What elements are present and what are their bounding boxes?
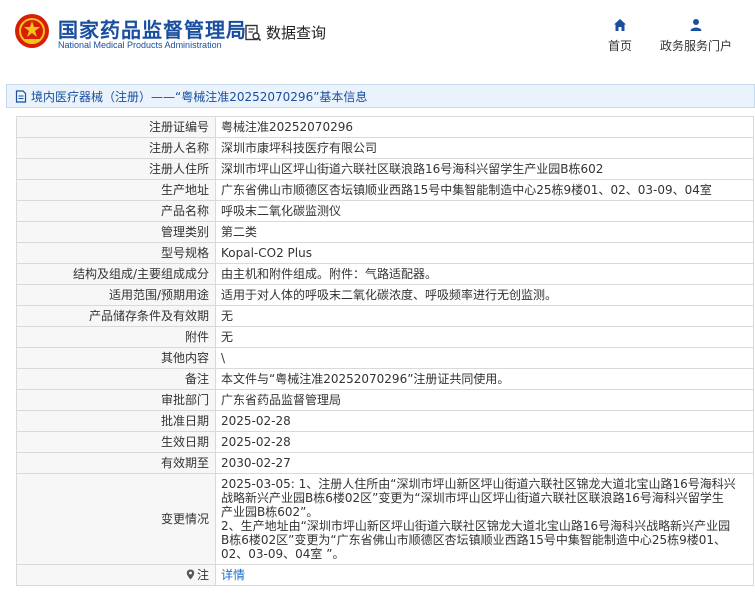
table-row: 适用范围/预期用途 适用于对人体的呼吸末二氧化碳浓度、呼吸频率进行无创监测。: [16, 284, 754, 306]
table-row: 管理类别 第二类: [16, 221, 754, 243]
row-label: 审批部门: [16, 389, 216, 411]
row-label: 备注: [16, 368, 216, 390]
row-value: 2025-02-28: [215, 431, 754, 453]
row-value: 2030-02-27: [215, 452, 754, 474]
table-row: 结构及组成/主要组成成分 由主机和附件组成。附件：气路适配器。: [16, 263, 754, 285]
row-value: 广东省佛山市顺德区杏坛镇顺业西路15号中集智能制造中心25栋9楼01、02、03…: [215, 179, 754, 201]
row-value: 由主机和附件组成。附件：气路适配器。: [215, 263, 754, 285]
table-row: 审批部门 广东省药品监督管理局: [16, 389, 754, 411]
change-line: 2、生产地址由“深圳市坪山新区坪山街道六联社区锦龙大道北宝山路16号海科兴战略新…: [221, 519, 731, 533]
document-icon: [15, 89, 27, 103]
table-row: 注册人名称 深圳市康坪科技医疗有限公司: [16, 137, 754, 159]
row-label: 注册人住所: [16, 158, 216, 180]
table-row: 产品储存条件及有效期无: [16, 305, 754, 327]
nav-home-label: 首页: [607, 39, 632, 53]
info-table: 注册证编号 粤械注准20252070296 注册人名称 深圳市康坪科技医疗有限公司 注册…: [16, 116, 754, 586]
row-label: 生效日期: [16, 431, 216, 453]
row-value: 无: [215, 326, 754, 348]
row-value: 深圳市康坪科技医疗有限公司: [215, 137, 754, 159]
table-row: 批准日期 2025-02-28: [16, 410, 754, 432]
note-label-cell: 注: [16, 564, 216, 586]
nav-home[interactable]: 首页: [602, 18, 638, 54]
nav-gov-label: 政务服务门户: [659, 39, 732, 53]
row-label: 产品名称: [16, 200, 216, 222]
table-row: 注册证编号 粤械注准20252070296: [16, 116, 754, 138]
table-row: 有效期至 2030-02-27: [16, 452, 754, 474]
row-value: 深圳市坪山区坪山街道六联社区联浪路16号海科兴留学生产业园B栋602: [215, 158, 754, 180]
site-name-cn[interactable]: 国家药品监督管理局: [58, 14, 247, 43]
row-value: Kopal-CO2 Plus: [215, 242, 754, 264]
row-label: 注册证编号: [16, 116, 216, 138]
table-row: 产品名称 呼吸末二氧化碳监测仪: [16, 200, 754, 222]
row-label: 注册人名称: [16, 137, 216, 159]
row-label: 产品储存条件及有效期: [16, 305, 216, 327]
row-value: \: [215, 347, 754, 369]
details-link[interactable]: 详情: [221, 568, 245, 582]
breadcrumb: 境内医疗器械（注册）——“粤械注准20252070296”基本信息: [6, 84, 755, 108]
row-label: 变更情况: [16, 473, 216, 565]
table-row: 其他内容 \: [16, 347, 754, 369]
note-value: 详情: [215, 564, 754, 586]
row-label: 其他内容: [16, 347, 216, 369]
data-query-label: 数据查询: [266, 24, 327, 42]
change-line: 2025-03-05: 1、注册人住所由“深圳市坪山新区坪山街道六联社区锦龙大道…: [221, 477, 736, 491]
change-line: B栋6楼02区”变更为“广东省佛山市顺德区杏坛镇顺业西路15号中集智能制造中心2…: [221, 533, 727, 547]
row-label: 生产地址: [16, 179, 216, 201]
row-label: 有效期至: [16, 452, 216, 474]
row-value: 第二类: [215, 221, 754, 243]
breadcrumb-text: 境内医疗器械（注册）——“粤械注准20252070296”基本信息: [31, 89, 368, 104]
table-row: 备注 本文件与“粤械注准20252070296”注册证共同使用。: [16, 368, 754, 390]
row-label: 结构及组成/主要组成成分: [16, 263, 216, 285]
change-line: 战略新兴产业园B栋6楼02区”变更为“深圳市坪山区坪山街道六联社区联浪路16号海…: [221, 491, 724, 505]
row-label: 批准日期: [16, 410, 216, 432]
row-label: 附件: [16, 326, 216, 348]
row-label: 型号规格: [16, 242, 216, 264]
table-row-note: 注详情: [16, 564, 754, 586]
row-value: 呼吸末二氧化碳监测仪: [215, 200, 754, 222]
change-history: 2025-03-05: 1、注册人住所由“深圳市坪山新区坪山街道六联社区锦龙大道…: [215, 473, 754, 565]
row-value: 2025-02-28: [215, 410, 754, 432]
row-label: 管理类别: [16, 221, 216, 243]
row-value: 无: [215, 305, 754, 327]
note-label: 注: [196, 568, 209, 582]
home-icon: [614, 19, 626, 31]
table-row-change: 变更情况 2025-03-05: 1、注册人住所由“深圳市坪山新区坪山街道六联社区…: [16, 473, 754, 565]
data-query-title[interactable]: 数据查询: [244, 22, 326, 43]
row-value: 粤械注准20252070296: [215, 116, 754, 138]
location-pin-icon: [186, 569, 195, 580]
site-name-en: National Medical Products Administration: [58, 40, 222, 50]
table-row: 型号规格 Kopal-CO2 Plus: [16, 242, 754, 264]
user-icon: [690, 19, 702, 31]
table-row: 生产地址 广东省佛山市顺德区杏坛镇顺业西路15号中集智能制造中心25栋9楼01、0…: [16, 179, 754, 201]
change-line: 产业园B栋602”。: [221, 505, 319, 519]
search-document-icon: [245, 24, 262, 41]
row-label: 适用范围/预期用途: [16, 284, 216, 306]
row-value: 适用于对人体的呼吸末二氧化碳浓度、呼吸频率进行无创监测。: [215, 284, 754, 306]
row-value: 广东省药品监督管理局: [215, 389, 754, 411]
change-line: 02、03-09、04室 ”。: [221, 547, 345, 561]
row-value: 本文件与“粤械注准20252070296”注册证共同使用。: [215, 368, 754, 390]
table-row: 附件无: [16, 326, 754, 348]
national-emblem-icon: [15, 14, 49, 48]
table-row: 注册人住所 深圳市坪山区坪山街道六联社区联浪路16号海科兴留学生产业园B栋602: [16, 158, 754, 180]
table-row: 生效日期 2025-02-28: [16, 431, 754, 453]
nav-gov-services[interactable]: 政务服务门户: [656, 18, 736, 54]
site-header: 国家药品监督管理局 National Medical Products Admi…: [0, 0, 755, 68]
